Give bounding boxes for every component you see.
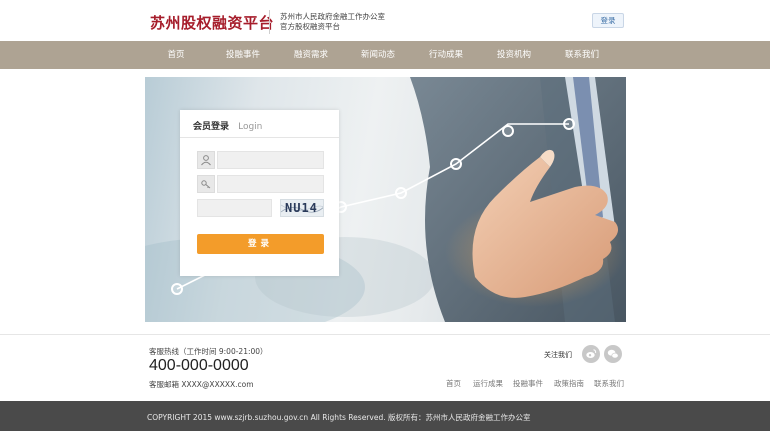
captcha-text: NU14 xyxy=(285,201,318,215)
captcha-image[interactable]: NU14 xyxy=(280,199,324,217)
main-nav: 首页 投融事件 融资需求 新闻动态 行动成果 投资机构 联系我们 xyxy=(0,41,770,69)
footer-link-home[interactable]: 首页 xyxy=(446,378,461,389)
login-header: 会员登录 Login xyxy=(180,110,339,138)
header-desc-line2: 官方股权融资平台 xyxy=(280,22,340,31)
support-email: 客服邮箱 XXXX@XXXXX.com xyxy=(149,380,254,389)
copyright-bar: COPYRIGHT 2015 www.szjrb.suzhou.gov.cn A… xyxy=(0,401,770,431)
password-input[interactable] xyxy=(217,175,324,193)
nav-item-results[interactable]: 行动成果 xyxy=(429,41,463,69)
login-submit-button[interactable]: 登录 xyxy=(197,234,324,254)
nav-item-home[interactable]: 首页 xyxy=(167,41,184,69)
footer-link-investment-events[interactable]: 投融事件 xyxy=(513,378,543,389)
footer-link-policy-guide[interactable]: 政策指南 xyxy=(554,378,584,389)
header-login-button[interactable]: 登录 xyxy=(592,13,624,28)
key-icon xyxy=(197,175,215,193)
footer-link-contact[interactable]: 联系我们 xyxy=(594,378,624,389)
site-header: 苏州股权融资平台 苏州市人民政府金融工作办公室 官方股权融资平台 登录 xyxy=(0,0,770,41)
nav-item-contact[interactable]: 联系我们 xyxy=(565,41,599,69)
copyright-text: COPYRIGHT 2015 www.szjrb.suzhou.gov.cn A… xyxy=(147,413,531,422)
footer-divider xyxy=(0,334,770,335)
footer-link-results[interactable]: 运行成果 xyxy=(473,378,503,389)
username-input[interactable] xyxy=(217,151,324,169)
captcha-input[interactable] xyxy=(197,199,272,217)
login-title: 会员登录 xyxy=(193,122,230,132)
hotline-label: 客服热线（工作时间 9:00-21:00） xyxy=(149,347,268,356)
password-row xyxy=(197,175,324,193)
wechat-icon[interactable] xyxy=(604,345,622,363)
site-logo-title[interactable]: 苏州股权融资平台 xyxy=(150,12,274,33)
nav-item-news[interactable]: 新闻动态 xyxy=(361,41,395,69)
nav-item-institutions[interactable]: 投资机构 xyxy=(497,41,531,69)
login-subtitle: Login xyxy=(238,122,263,132)
nav-item-investment-events[interactable]: 投融事件 xyxy=(226,41,260,69)
follow-us-label: 关注我们 xyxy=(544,351,572,359)
login-panel: 会员登录 Login NU14 登录 xyxy=(180,110,339,276)
nav-item-financing-needs[interactable]: 融资需求 xyxy=(294,41,328,69)
weibo-icon[interactable] xyxy=(582,345,600,363)
header-divider xyxy=(269,10,270,34)
username-row xyxy=(197,151,324,169)
header-description: 苏州市人民政府金融工作办公室 官方股权融资平台 xyxy=(280,12,385,32)
header-desc-line1: 苏州市人民政府金融工作办公室 xyxy=(280,12,385,21)
user-icon xyxy=(197,151,215,169)
hotline-number: 400-000-0000 xyxy=(149,357,249,374)
